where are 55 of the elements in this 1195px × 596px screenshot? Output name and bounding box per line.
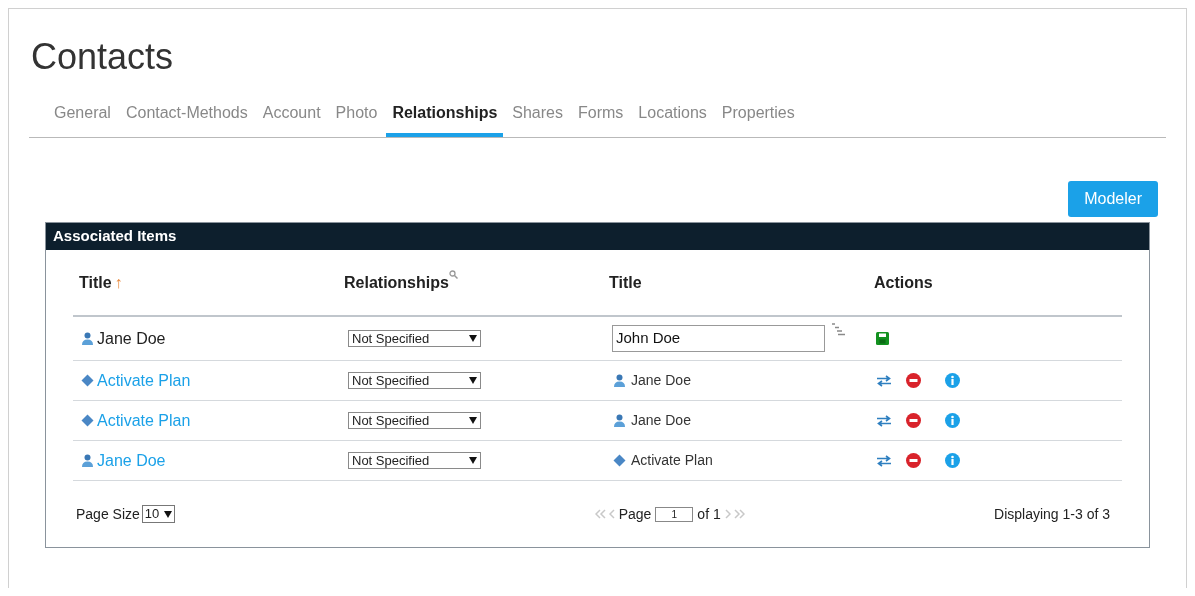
item-title: Jane Doe bbox=[97, 328, 166, 349]
info-icon[interactable] bbox=[945, 373, 960, 388]
person-icon bbox=[613, 414, 626, 427]
remove-icon[interactable] bbox=[906, 373, 921, 388]
person-icon bbox=[81, 454, 94, 467]
column-header[interactable]: Actions bbox=[874, 270, 933, 295]
related-title: Jane Doe bbox=[631, 411, 691, 430]
column-header[interactable]: Title bbox=[609, 270, 642, 295]
panel-header: Associated Items bbox=[46, 223, 1149, 250]
column-header[interactable]: Title bbox=[79, 270, 112, 295]
related-title: Jane Doe bbox=[631, 371, 691, 390]
page-input[interactable]: 1 bbox=[655, 506, 694, 522]
tab[interactable]: Shares bbox=[506, 93, 569, 137]
related-input[interactable]: John Doe bbox=[612, 325, 825, 352]
tab[interactable]: Contact-Methods bbox=[119, 93, 254, 137]
info-icon[interactable] bbox=[945, 413, 960, 428]
dropdown-icon bbox=[469, 457, 477, 464]
tab[interactable]: Forms bbox=[572, 93, 630, 137]
remove-icon[interactable] bbox=[906, 453, 921, 468]
save-icon[interactable] bbox=[876, 332, 889, 345]
tree-icon[interactable] bbox=[831, 323, 846, 336]
related-title: Activate Plan bbox=[631, 451, 713, 470]
display-summary: Displaying 1-3 of 3 bbox=[994, 504, 1110, 524]
relationship-select[interactable]: Not Specified bbox=[348, 452, 481, 469]
tab[interactable]: Properties bbox=[715, 93, 801, 137]
page-label: Page bbox=[618, 504, 652, 524]
tab[interactable]: Account bbox=[256, 93, 327, 137]
swap-icon[interactable] bbox=[876, 374, 892, 387]
remove-icon[interactable] bbox=[906, 413, 921, 428]
person-icon bbox=[81, 332, 94, 345]
relationship-select[interactable]: Not Specified bbox=[348, 372, 481, 389]
swap-icon[interactable] bbox=[876, 414, 892, 427]
diamond-icon bbox=[81, 414, 94, 427]
info-icon[interactable] bbox=[945, 453, 960, 468]
column-header[interactable]: Relationships bbox=[344, 270, 449, 295]
page-count: of 1 bbox=[697, 504, 721, 524]
tab[interactable]: Locations bbox=[632, 93, 713, 137]
page-title: Contacts bbox=[31, 35, 175, 79]
tab[interactable]: Relationships bbox=[386, 93, 504, 137]
person-icon bbox=[613, 374, 626, 387]
dropdown-icon bbox=[469, 377, 477, 384]
search-icon[interactable] bbox=[448, 269, 458, 279]
diamond-icon bbox=[613, 454, 626, 467]
tab[interactable]: Photo bbox=[329, 93, 384, 137]
dropdown-icon bbox=[469, 417, 477, 424]
tab[interactable]: General bbox=[48, 93, 117, 137]
page-size-select[interactable]: 10 bbox=[141, 505, 176, 523]
dropdown-icon bbox=[469, 335, 477, 342]
sort-arrow: ↑ bbox=[114, 272, 123, 293]
page-size-label: Page Size bbox=[76, 504, 140, 524]
dropdown-icon bbox=[164, 510, 173, 518]
relationship-select[interactable]: Not Specified bbox=[348, 412, 481, 429]
relationship-select[interactable]: Not Specified bbox=[348, 330, 481, 347]
swap-icon[interactable] bbox=[876, 454, 892, 467]
diamond-icon bbox=[81, 374, 94, 387]
